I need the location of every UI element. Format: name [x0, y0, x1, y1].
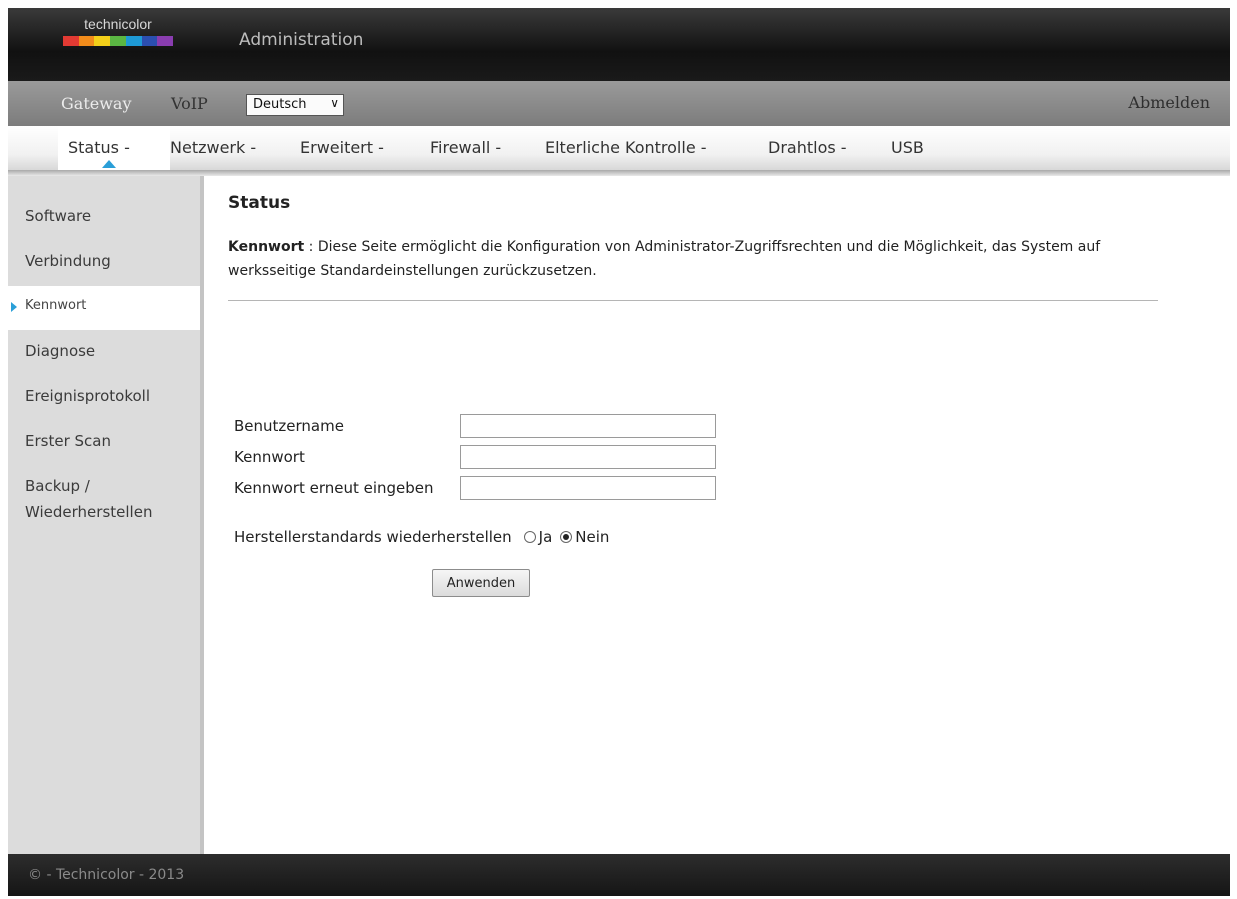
password-label: Kennwort: [234, 448, 305, 466]
sidebar: Software Verbindung Kennwort Diagnose Er…: [8, 176, 204, 854]
logo-text: technicolor: [84, 16, 152, 32]
divider: [228, 300, 1158, 301]
chevron-down-icon: ∨: [330, 96, 339, 110]
main-tabs: Status - Netzwerk - Erweitert - Firewall…: [8, 126, 1230, 170]
tab-firewall[interactable]: Firewall -: [430, 138, 501, 157]
sidebar-item-kennwort[interactable]: Kennwort: [8, 286, 200, 330]
active-arrow-icon: [11, 302, 17, 312]
logo-color-bar: [63, 36, 174, 46]
sidebar-item-erster-scan[interactable]: Erster Scan: [25, 428, 111, 454]
password-input[interactable]: [460, 445, 716, 469]
reset-no-radio[interactable]: [560, 531, 573, 543]
page-title: Status: [228, 193, 291, 213]
factory-reset-row: Herstellerstandards wiederherstellen Ja …: [234, 528, 609, 546]
username-input[interactable]: [460, 414, 716, 438]
nav-gateway[interactable]: Gateway: [61, 94, 132, 113]
password-confirm-label: Kennwort erneut eingeben: [234, 479, 434, 497]
logout-link[interactable]: Abmelden: [1128, 93, 1210, 112]
sidebar-item-label: Wiederherstellen: [25, 503, 153, 521]
sidebar-item-label: Kennwort: [25, 298, 87, 313]
footer: © - Technicolor - 2013: [8, 854, 1230, 896]
sidebar-item-verbindung[interactable]: Verbindung: [25, 248, 111, 274]
tab-drahtlos[interactable]: Drahtlos -: [768, 138, 847, 157]
language-select-value: Deutsch: [253, 97, 307, 112]
sidebar-item-label: Backup /: [25, 477, 90, 495]
footer-copyright: © - Technicolor - 2013: [28, 867, 185, 883]
tab-netzwerk[interactable]: Netzwerk -: [170, 138, 256, 157]
technicolor-logo[interactable]: technicolor: [63, 16, 174, 56]
reset-yes-label[interactable]: Ja: [539, 528, 553, 546]
description-text: Diese Seite ermöglicht die Konfiguration…: [228, 239, 1101, 279]
reset-yes-radio[interactable]: [523, 531, 536, 543]
active-tab-caret-icon: [102, 160, 116, 168]
language-select[interactable]: Deutsch ∨: [246, 94, 344, 116]
password-confirm-input[interactable]: [460, 476, 716, 500]
factory-reset-label: Herstellerstandards wiederherstellen: [234, 528, 512, 546]
username-label: Benutzername: [234, 417, 344, 435]
description-separator: :: [304, 239, 318, 255]
top-nav: Gateway VoIP Deutsch ∨ Abmelden: [8, 81, 1230, 126]
reset-no-label[interactable]: Nein: [575, 528, 609, 546]
nav-voip[interactable]: VoIP: [171, 94, 208, 113]
description-label: Kennwort: [228, 239, 305, 255]
sidebar-item-backup[interactable]: Backup / Wiederherstellen: [25, 473, 152, 525]
sidebar-item-diagnose[interactable]: Diagnose: [25, 338, 95, 364]
sidebar-item-software[interactable]: Software: [25, 203, 91, 229]
header-bar: technicolor Administration: [8, 8, 1230, 81]
tab-status[interactable]: Status -: [68, 138, 130, 157]
apply-button[interactable]: Anwenden: [432, 569, 530, 597]
tab-erweitert[interactable]: Erweitert -: [300, 138, 384, 157]
header-title: Administration: [239, 30, 364, 50]
router-admin-page: technicolor Administration Gateway VoIP …: [8, 8, 1230, 896]
main-content: Status Kennwort : Diese Seite ermöglicht…: [204, 176, 1230, 854]
tab-elterliche-kontrolle[interactable]: Elterliche Kontrolle -: [545, 138, 707, 157]
tab-usb[interactable]: USB: [891, 138, 924, 157]
page-description: Kennwort : Diese Seite ermöglicht die Ko…: [228, 235, 1168, 283]
sidebar-item-ereignisprotokoll[interactable]: Ereignisprotokoll: [25, 383, 150, 409]
